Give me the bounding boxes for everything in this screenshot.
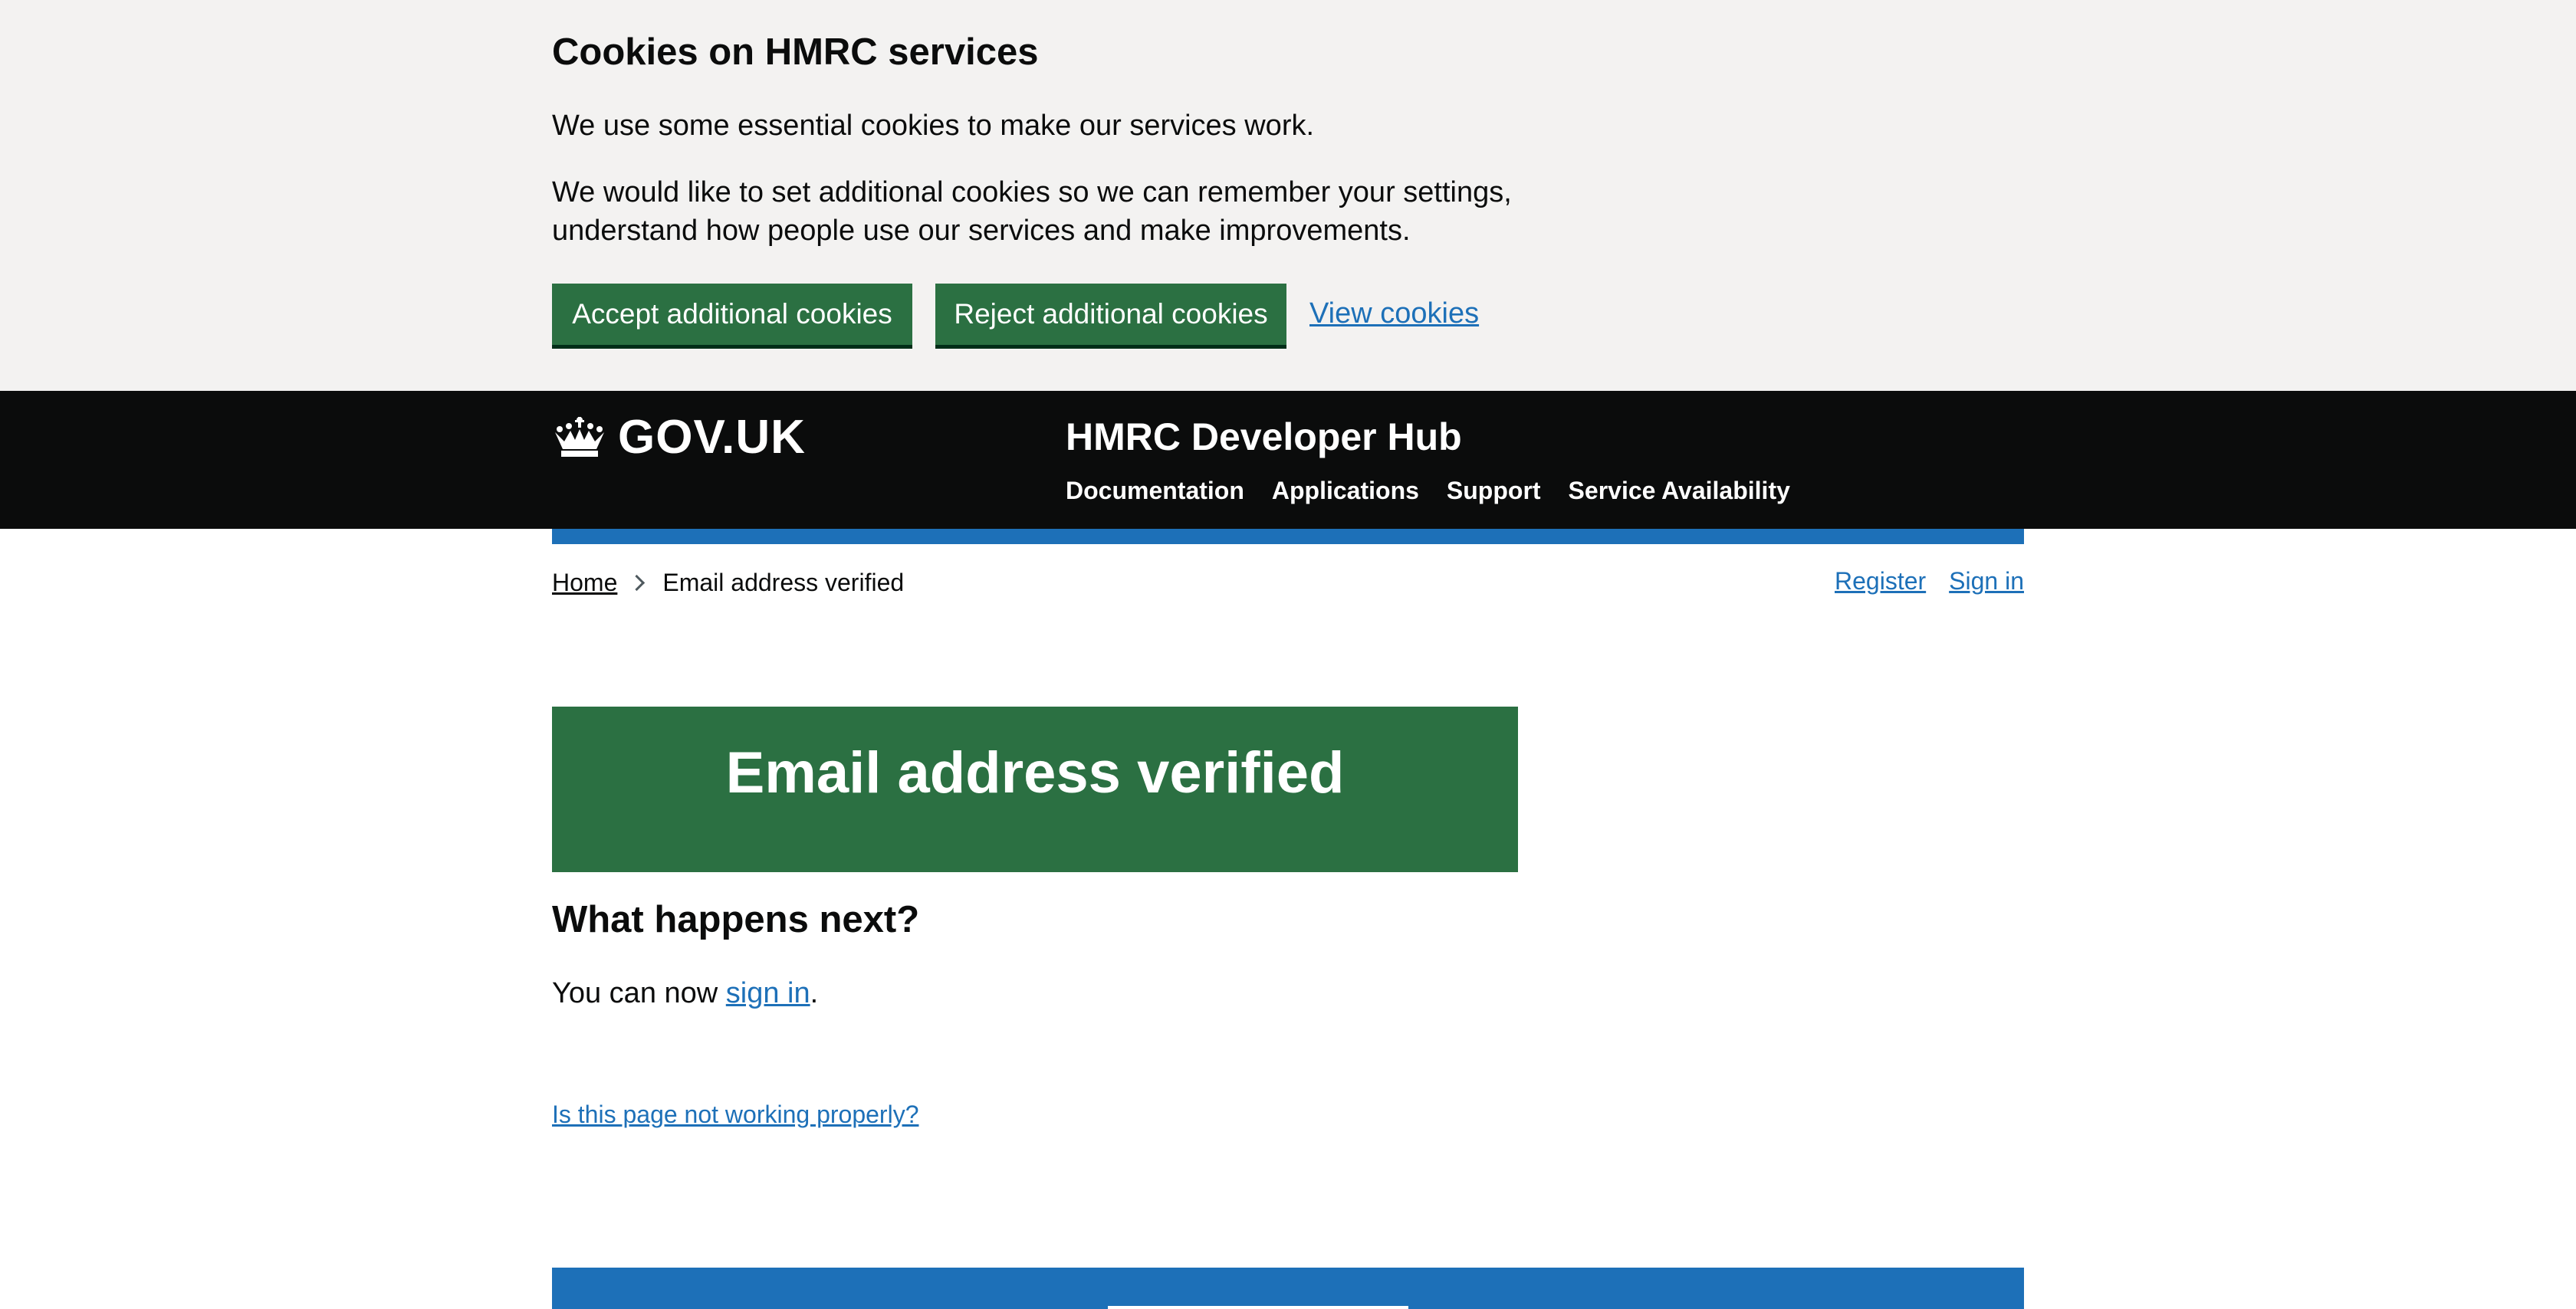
cookie-banner: Cookies on HMRC services We use some ess…: [0, 0, 2576, 391]
govuk-logo-link[interactable]: GOV.UK: [552, 409, 806, 464]
nav-item-documentation[interactable]: Documentation: [1066, 472, 1244, 509]
header-accent-bar: [552, 529, 2024, 544]
govuk-logo-text: GOV.UK: [618, 410, 806, 464]
footer-bar: [552, 1268, 2024, 1309]
cookie-banner-title: Cookies on HMRC services: [552, 31, 1039, 73]
breadcrumb: Home Email address verified: [552, 564, 904, 601]
site-header: GOV.UK HMRC Developer Hub Documentation …: [0, 391, 2576, 529]
sign-in-link[interactable]: Sign in: [1949, 563, 2024, 599]
accept-cookies-button[interactable]: Accept additional cookies: [552, 284, 912, 345]
account-links: Register Sign in: [1835, 563, 2024, 599]
register-link[interactable]: Register: [1835, 563, 1926, 599]
cookie-banner-text-additional: We would like to set additional cookies …: [552, 176, 1512, 247]
report-problem-link[interactable]: Is this page not working properly?: [552, 1096, 918, 1133]
next-steps-text: You can now sign in.: [552, 972, 818, 1015]
footer-tab-highlight: [1108, 1306, 1408, 1309]
nav-item-support[interactable]: Support: [1447, 472, 1541, 509]
service-name-link[interactable]: HMRC Developer Hub: [1066, 409, 1462, 464]
nav-item-service-availability[interactable]: Service Availability: [1569, 472, 1790, 509]
sign-in-inline-link[interactable]: sign in: [726, 977, 810, 1009]
next-text-after: .: [810, 977, 819, 1009]
view-cookies-link[interactable]: View cookies: [1309, 294, 1479, 333]
confirmation-panel: Email address verified: [552, 707, 1518, 872]
what-happens-next-heading: What happens next?: [552, 899, 920, 940]
cookie-banner-text: We use some essential cookies to make ou…: [552, 110, 1315, 142]
header-navigation: Documentation Applications Support Servi…: [1066, 472, 1790, 509]
breadcrumb-home-link[interactable]: Home: [552, 564, 617, 601]
next-text-before: You can now: [552, 977, 726, 1009]
chevron-right-icon: [629, 574, 646, 591]
crown-icon: [555, 417, 604, 457]
page-title: Email address verified: [725, 740, 1345, 805]
nav-item-applications[interactable]: Applications: [1272, 472, 1419, 509]
breadcrumb-current: Email address verified: [662, 569, 905, 596]
reject-cookies-button[interactable]: Reject additional cookies: [935, 284, 1286, 345]
